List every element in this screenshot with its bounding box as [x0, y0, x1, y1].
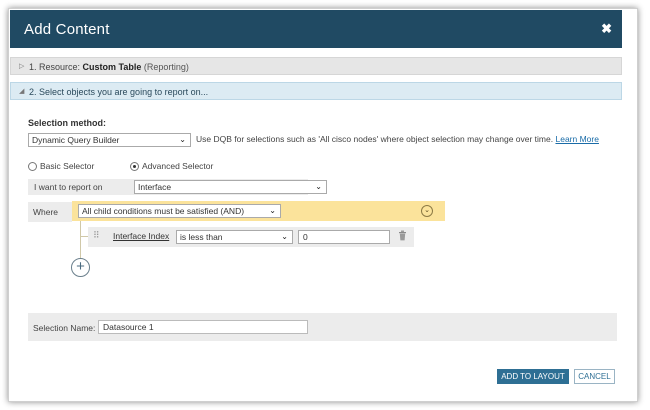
selection-name-row: Selection Name: Datasource 1: [28, 313, 617, 341]
advanced-selector-option[interactable]: Advanced Selector: [130, 161, 213, 171]
selection-name-input[interactable]: Datasource 1: [98, 320, 308, 334]
section-select-objects[interactable]: ◢ 2. Select objects you are going to rep…: [10, 82, 622, 100]
dialog-title: Add Content: [24, 21, 110, 38]
where-label: Where: [28, 202, 72, 222]
basic-selector-option[interactable]: Basic Selector: [28, 161, 94, 171]
learn-more-link[interactable]: Learn More: [555, 134, 598, 144]
close-icon[interactable]: ✖: [601, 21, 612, 37]
condition-rule-row: ⠿ Interface Index is less than ⌄ 0: [88, 227, 414, 247]
report-on-row: I want to report on Interface ⌄: [28, 179, 327, 195]
condition-logic-select[interactable]: All child conditions must be satisfied (…: [78, 204, 281, 218]
rule-field-link[interactable]: Interface Index: [113, 231, 169, 241]
dqb-help-text: Use DQB for selections such as 'All cisc…: [196, 134, 599, 144]
selection-method-select[interactable]: Dynamic Query Builder ⌄: [28, 133, 191, 147]
cancel-button[interactable]: CANCEL: [574, 369, 615, 384]
add-to-layout-button[interactable]: ADD TO LAYOUT: [497, 369, 569, 384]
add-condition-button[interactable]: +: [71, 258, 90, 277]
rule-operator-select[interactable]: is less than ⌄: [176, 230, 293, 244]
condition-group-bar: All child conditions must be satisfied (…: [72, 201, 445, 221]
chevron-down-icon: ◢: [19, 88, 25, 95]
chevron-down-icon: ⌄: [315, 182, 322, 191]
selection-name-label: Selection Name:: [33, 323, 96, 333]
section-resource[interactable]: ▷ 1. Resource: Custom Table (Reporting): [10, 57, 622, 75]
trash-icon[interactable]: [398, 230, 407, 241]
chevron-down-icon: ⌄: [281, 232, 288, 241]
report-on-select[interactable]: Interface ⌄: [134, 180, 327, 194]
report-on-label: I want to report on: [34, 182, 103, 192]
chevron-down-icon: ⌄: [179, 135, 186, 144]
tree-connector: [80, 236, 88, 237]
radio-advanced-selector[interactable]: [130, 161, 139, 171]
collapse-toggle-icon[interactable]: ⌄: [421, 205, 433, 217]
section-select-label: 2. Select objects you are going to repor…: [29, 87, 209, 97]
chevron-right-icon: ▷: [19, 63, 25, 70]
dialog-titlebar: Add Content ✖: [10, 10, 622, 48]
drag-handle-icon[interactable]: ⠿: [93, 230, 100, 241]
radio-basic-selector[interactable]: [28, 161, 37, 171]
chevron-down-icon: ⌄: [269, 206, 276, 215]
section-resource-label: 1. Resource: Custom Table (Reporting): [29, 62, 189, 72]
rule-value-input[interactable]: 0: [298, 230, 390, 244]
selection-method-label: Selection method:: [28, 118, 107, 128]
